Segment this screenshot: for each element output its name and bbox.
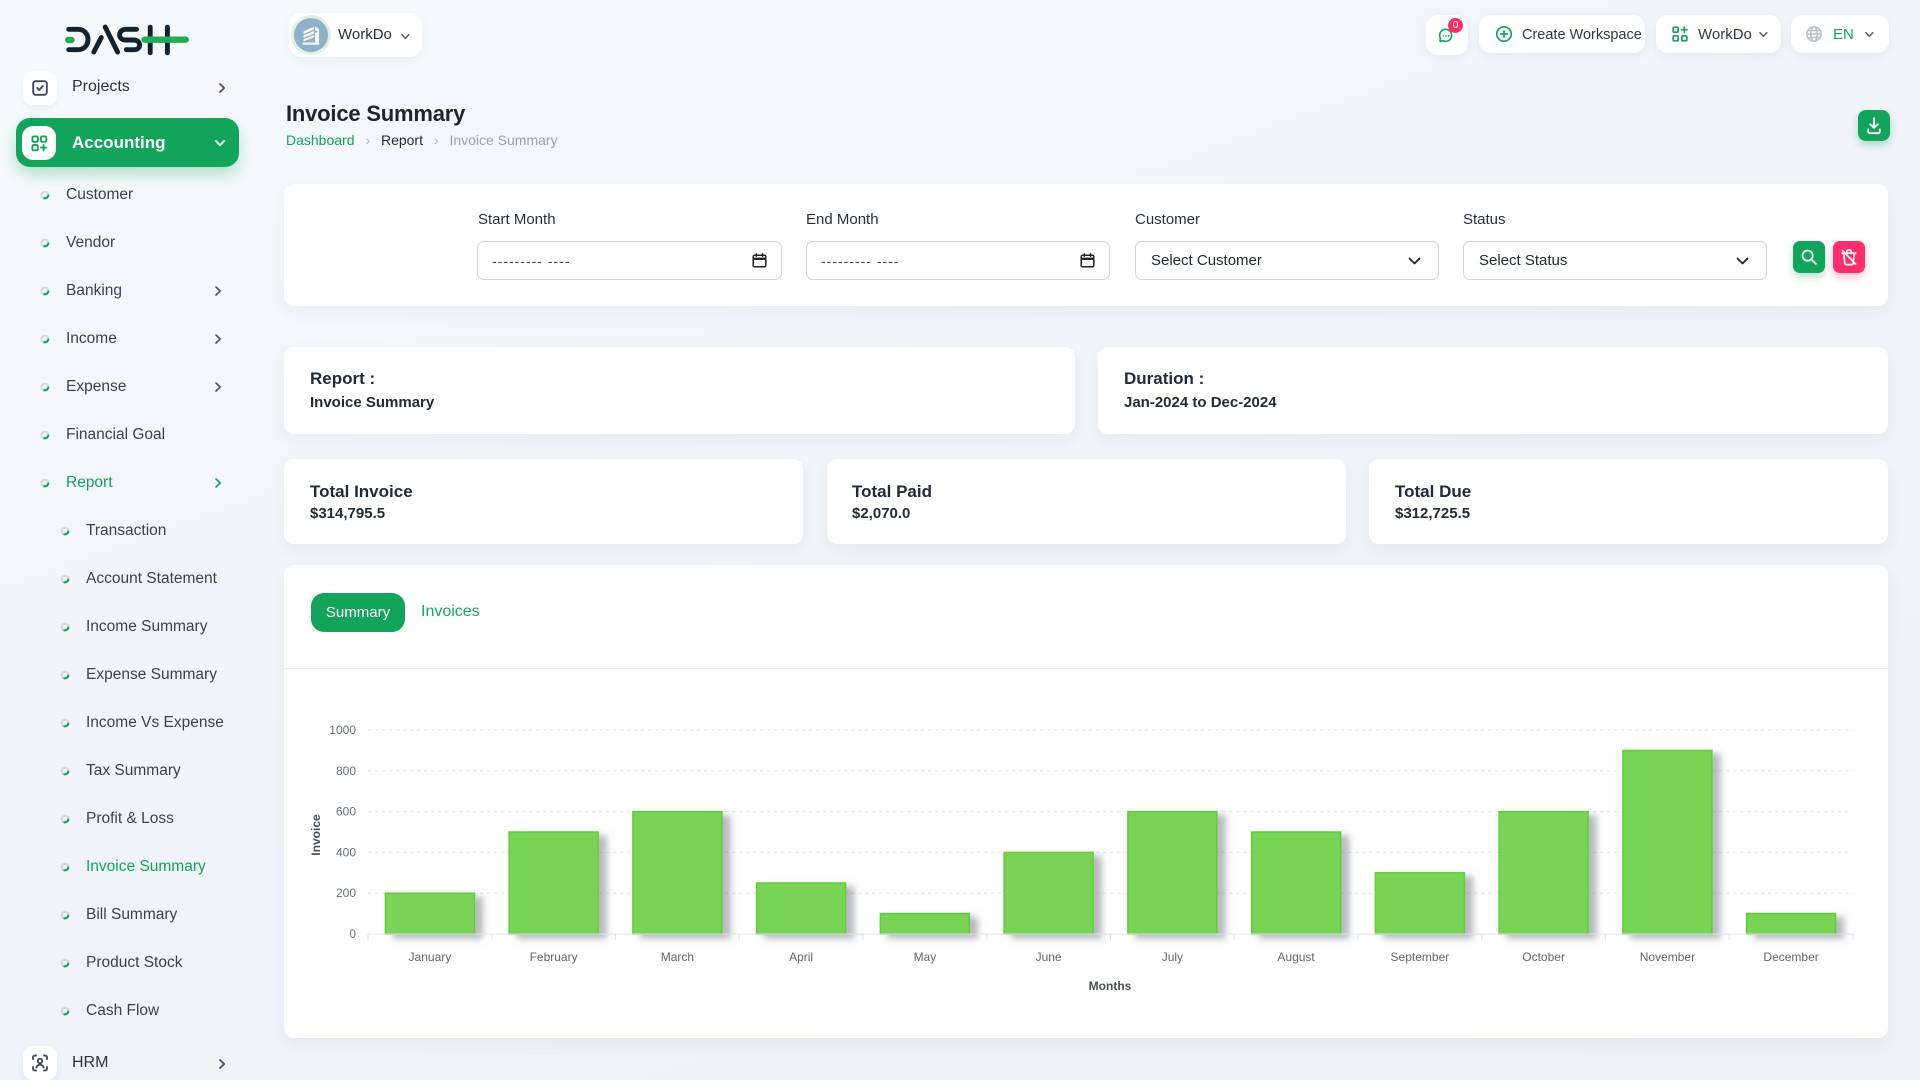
svg-text:1000: 1000 bbox=[329, 723, 356, 737]
svg-text:December: December bbox=[1763, 950, 1818, 964]
svg-text:July: July bbox=[1162, 950, 1183, 964]
svg-text:January: January bbox=[409, 950, 452, 964]
svg-text:May: May bbox=[914, 950, 937, 964]
svg-text:March: March bbox=[661, 950, 694, 964]
svg-text:800: 800 bbox=[336, 764, 356, 778]
svg-text:400: 400 bbox=[336, 845, 356, 859]
svg-text:Invoice: Invoice bbox=[309, 814, 323, 856]
svg-text:June: June bbox=[1036, 950, 1062, 964]
svg-text:August: August bbox=[1277, 950, 1315, 964]
svg-text:0: 0 bbox=[349, 927, 356, 941]
svg-text:November: November bbox=[1640, 950, 1695, 964]
svg-text:600: 600 bbox=[336, 805, 356, 819]
svg-text:October: October bbox=[1522, 950, 1565, 964]
svg-text:September: September bbox=[1391, 950, 1450, 964]
svg-text:Months: Months bbox=[1089, 979, 1132, 993]
svg-text:February: February bbox=[530, 950, 578, 964]
svg-text:April: April bbox=[789, 950, 813, 964]
svg-text:200: 200 bbox=[336, 886, 356, 900]
